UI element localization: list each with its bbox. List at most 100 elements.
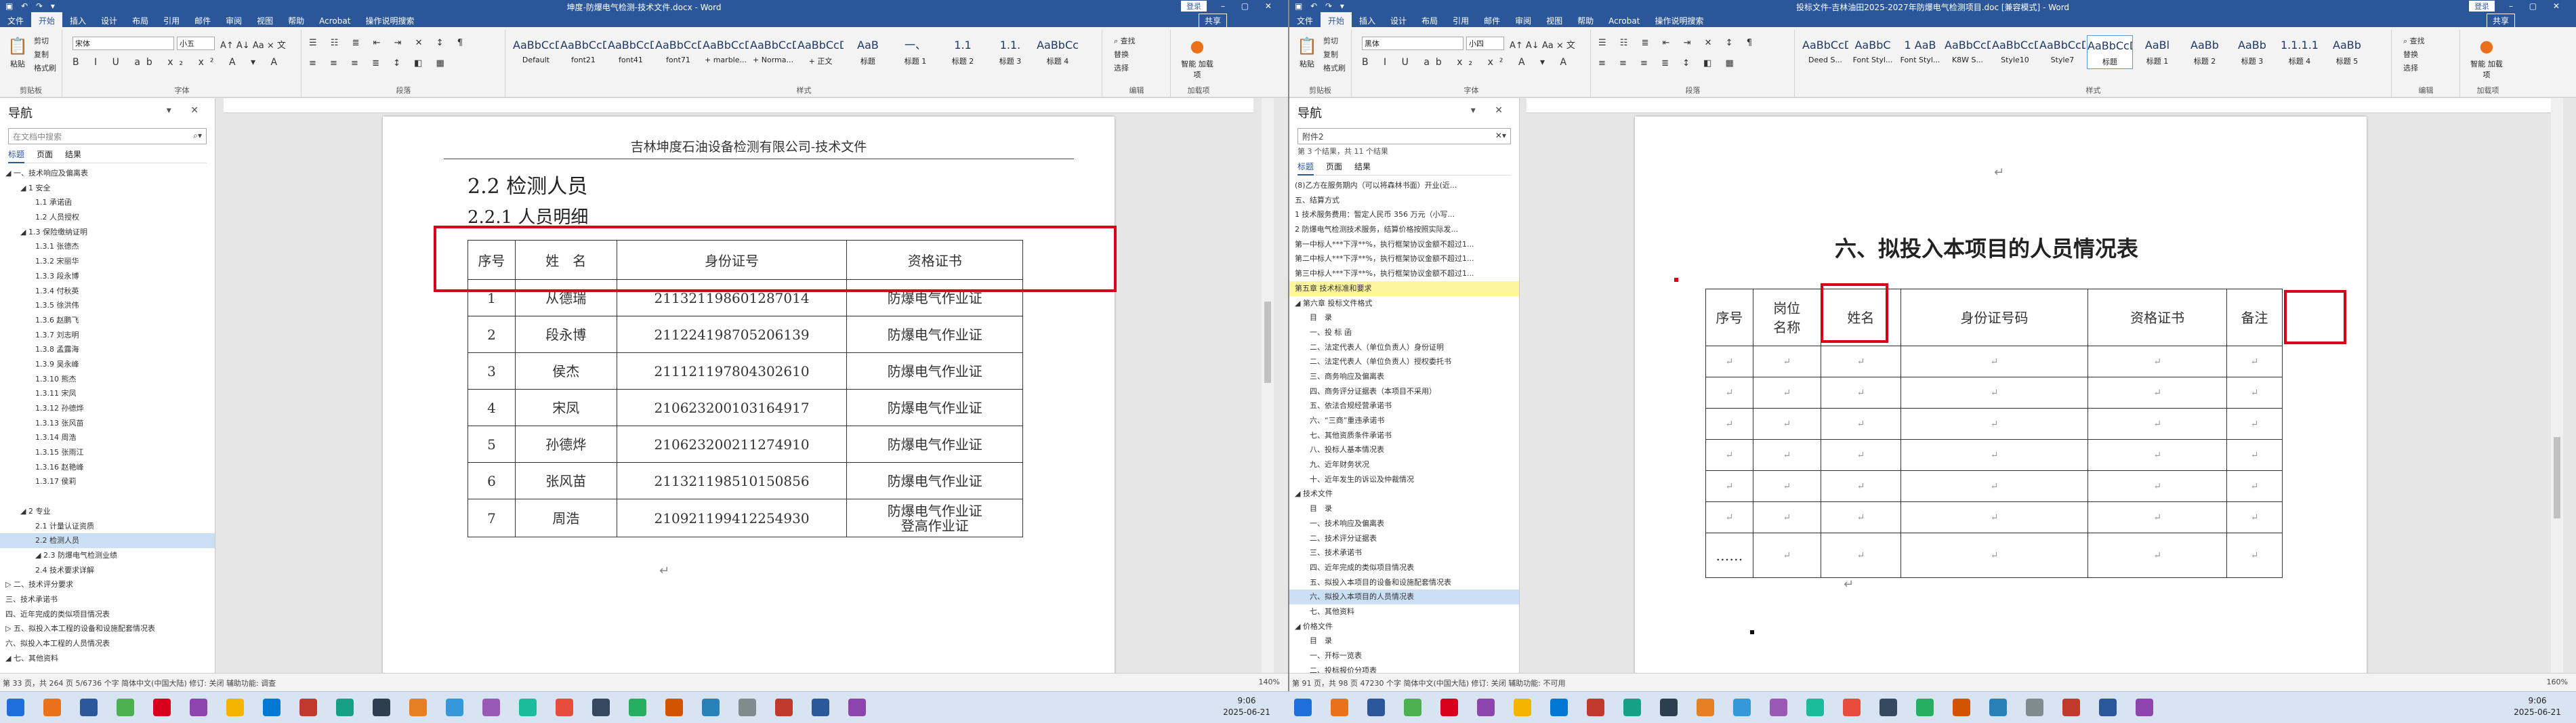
nav-heading-item[interactable]: 1.2 人员授权 (0, 210, 215, 225)
table-cell[interactable]: 211121197804302610 (616, 352, 848, 390)
app-icon[interactable] (1733, 699, 1751, 716)
app-icon[interactable] (299, 699, 317, 716)
nav-heading-item[interactable]: 1 技术服务费用：暂定人民币 356 万元（小写... (1289, 207, 1519, 222)
style-item[interactable]: AaBl 标题 1 (2134, 35, 2180, 69)
nav-heading-item[interactable]: 二、投标报价分项表 (1289, 663, 1519, 673)
nav-tab-pages[interactable]: 页面 (37, 150, 53, 159)
table-cell[interactable]: 210921199412254930 (616, 499, 848, 537)
vertical-scrollbar[interactable] (1262, 98, 1274, 673)
table-cell[interactable]: ↵ (1820, 470, 1901, 502)
align-buttons[interactable]: ≡ ≡ ≡ ≣ ↕ ◧ ▦ (1598, 58, 1739, 68)
app-icon[interactable] (1697, 699, 1714, 716)
browser-icon[interactable] (1404, 699, 1421, 716)
table-cell[interactable]: ↵ (2226, 470, 2283, 502)
tab-design[interactable]: 设计 (1383, 12, 1414, 26)
style-item[interactable]: AaBbCcDcDeed S... (1802, 35, 1848, 69)
nav-heading-item[interactable]: (8)乙方在服务期内（可以将森林书面）开业(近... (1289, 178, 1519, 193)
nav-heading-item[interactable]: 2 防爆电气检测技术服务，结算价格按照实际发... (1289, 222, 1519, 237)
table-cell[interactable]: ↵ (1900, 408, 2089, 440)
app-icon[interactable] (1916, 699, 1934, 716)
tab-home[interactable]: 开始 (31, 12, 63, 27)
nav-heading-item[interactable]: 2.1 计量认证资质 (0, 519, 215, 534)
app-icon[interactable] (592, 699, 610, 716)
tab-help[interactable]: 帮助 (281, 12, 312, 26)
table-cell[interactable]: 宋凤 (514, 389, 617, 426)
table-cell[interactable]: …… (1705, 533, 1753, 578)
word-icon[interactable] (2099, 699, 2117, 716)
nav-heading-item[interactable] (0, 489, 215, 504)
table-header-cell[interactable]: 备注 (2226, 289, 2283, 346)
font-name-box[interactable]: 黑体 (1362, 37, 1463, 50)
table-cell[interactable]: ↵ (2087, 377, 2228, 409)
browser-icon[interactable] (117, 699, 134, 716)
app-icon[interactable] (1843, 699, 1861, 716)
start-icon[interactable] (1294, 699, 1312, 716)
table-cell[interactable]: 3 (468, 352, 516, 390)
style-item[interactable]: AaBbCc 标题 4 (1035, 35, 1081, 69)
tab-layout[interactable]: 布局 (1414, 12, 1445, 26)
style-item[interactable]: 1 AaB Font Styl... (1897, 35, 1943, 69)
horizontal-ruler[interactable] (1526, 98, 2556, 113)
table-header-cell[interactable]: 岗位 名称 (1752, 289, 1821, 346)
tab-acrobat[interactable]: Acrobat (1601, 14, 1647, 26)
app-icon[interactable] (848, 699, 866, 716)
copy-button[interactable]: 复制 (34, 49, 49, 60)
nav-tab-results[interactable]: 结果 (1354, 162, 1371, 171)
nav-close-icon[interactable]: ▾ ✕ (1471, 105, 1511, 116)
table-cell[interactable]: ↵ (1820, 501, 1901, 533)
app-icon[interactable] (409, 699, 427, 716)
table-cell[interactable]: ↵ (1820, 533, 1901, 578)
table-cell[interactable]: ↵ (1820, 346, 1901, 377)
taskbar-clock-left[interactable]: 9:06 2025-06-21 (1220, 695, 1274, 718)
table-cell[interactable]: 211224198705206139 (616, 316, 848, 353)
style-item[interactable]: AaBbCcDd+ marble... (703, 35, 749, 69)
table-cell[interactable]: ↵ (2226, 408, 2283, 440)
app-icon[interactable] (336, 699, 354, 716)
nav-heading-item[interactable]: 二、法定代表人（单位负责人）授权委托书 (1289, 354, 1519, 369)
table-cell[interactable]: ↵ (1705, 470, 1753, 502)
app-icon[interactable] (1879, 699, 1897, 716)
style-item[interactable]: AaBb 标题 2 (2182, 35, 2228, 69)
table-cell[interactable]: ↵ (2226, 377, 2283, 409)
font-format-buttons[interactable]: B I U ab x₂ x² A ▾ A (1362, 57, 1573, 68)
nav-heading-item[interactable]: ▷ 二、技术评分要求 (0, 577, 215, 592)
scroll-thumb[interactable] (1264, 302, 1271, 383)
table-header-cell[interactable]: 序号 (1705, 289, 1753, 346)
app-icon[interactable] (1953, 699, 1970, 716)
nav-heading-item[interactable]: 1.3.17 侯莉 (0, 474, 215, 489)
app-icon[interactable] (373, 699, 390, 716)
app-icon[interactable] (1770, 699, 1787, 716)
nav-heading-item[interactable]: 四、近年完成的类似项目情况表 (0, 607, 215, 622)
style-item[interactable]: AaBbCcDdfont21 (560, 35, 606, 69)
app-icon[interactable] (1514, 699, 1531, 716)
style-item[interactable]: 1.1 标题 2 (940, 35, 986, 69)
format-painter-button[interactable]: 格式刷 (34, 62, 56, 73)
table-cell[interactable]: ↵ (1705, 439, 1753, 471)
table-cell[interactable]: 211321198510150856 (616, 462, 848, 499)
style-item[interactable]: AaB 标题 (845, 35, 891, 69)
table-cell[interactable]: 防爆电气作业证 登高作业证 (846, 499, 1023, 537)
table-cell[interactable]: ↵ (2087, 533, 2228, 578)
select-button[interactable]: 选择 (1114, 62, 1129, 73)
table-cell[interactable]: ↵ (2226, 439, 2283, 471)
style-item[interactable]: AaBbCcDd+ Norma... (750, 35, 796, 69)
table-cell[interactable]: ↵ (1752, 501, 1821, 533)
app-icon[interactable] (482, 699, 500, 716)
tab-design[interactable]: 设计 (94, 12, 125, 26)
style-item[interactable]: AaBbCcDcStyle7 (2039, 35, 2085, 69)
addin-button[interactable]: ● 智能 加载项 (2470, 34, 2503, 81)
align-buttons[interactable]: ≡ ≡ ≡ ≣ ↕ ◧ ▦ (309, 58, 450, 68)
nav-tab-results[interactable]: 结果 (65, 150, 81, 159)
font-size-controls[interactable]: A↑ A↓ Aa ⨯ 文 (220, 38, 286, 51)
table-cell[interactable]: ↵ (1900, 470, 2089, 502)
tab-file[interactable]: 文件 (1289, 12, 1321, 26)
table-cell[interactable]: ↵ (1900, 501, 2089, 533)
share-button[interactable]: 共享 (2486, 14, 2515, 28)
tab-acrobat[interactable]: Acrobat (312, 14, 358, 26)
document-page[interactable]: ↵ 六、拟投入本项目的人员情况表 序号 岗位 名称 姓名 身份证号码 资格证书 备注 ↵ ↵ ↵… (1635, 117, 2367, 686)
tab-home[interactable]: 开始 (1321, 12, 1352, 27)
nav-heading-item[interactable]: 五、依法合规经营承诺书 (1289, 398, 1519, 413)
nav-close-icon[interactable]: ▾ ✕ (167, 105, 207, 116)
nav-heading-item[interactable]: 三、商务响应及偏离表 (1289, 369, 1519, 384)
share-button[interactable]: 共享 (1198, 14, 1227, 28)
